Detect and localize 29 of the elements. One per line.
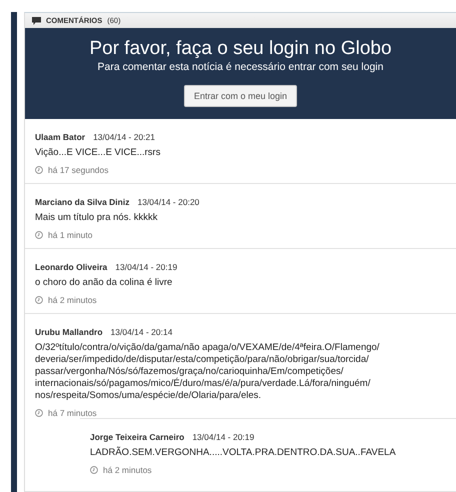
login-button[interactable]: Entrar com o meu login bbox=[184, 85, 298, 107]
comment-author[interactable]: Leonardo Oliveira bbox=[35, 262, 108, 272]
clock-icon bbox=[35, 296, 43, 304]
speech-bubble-icon bbox=[32, 16, 41, 24]
comment-time: há 7 minutos bbox=[48, 408, 97, 418]
clock-icon bbox=[35, 409, 43, 417]
comment-text: LADRÃO.SEM.VERGONHA.....VOLTA.PRA.DENTRO.DA.SUA..FAVELA bbox=[90, 447, 397, 459]
comment-time: há 2 minutos bbox=[48, 295, 97, 305]
comment-author[interactable]: Urubu Mallandro bbox=[35, 327, 103, 337]
comment-date: 13/04/14 - 20:19 bbox=[192, 432, 254, 442]
comment-date: 13/04/14 - 20:20 bbox=[137, 197, 200, 207]
login-subtitle: Para comentar esta notícia é necessário entrar com seu login bbox=[98, 61, 384, 73]
comment-author[interactable]: Marciano da Silva Diniz bbox=[35, 197, 130, 207]
comment-text: o choro do anão da colina é livre bbox=[35, 277, 174, 289]
comment-text: Mais um título pra nós. kkkkk bbox=[35, 212, 158, 224]
clock-icon bbox=[35, 166, 43, 174]
comment-time: há 17 segundos bbox=[48, 165, 108, 175]
comment-time: há 2 minutos bbox=[103, 465, 152, 475]
comment-date: 13/04/14 - 20:21 bbox=[93, 132, 155, 142]
comment-author[interactable]: Ulaam Bator bbox=[35, 132, 86, 142]
comment-author[interactable]: Jorge Teixeira Carneiro bbox=[90, 432, 184, 442]
clock-icon bbox=[35, 231, 43, 239]
comment-text: O/32ºtítulo/contra/o/vição/da/gama/não apaga/o/VEXAME/de/4ªfeira.O/Flamengo/ deveria/ser/impedido/de/disputar/esta/competição/para/não/obrigar/sua/torcida/ passar/vergonha/Nós/só/fazemos/graça/no/carioquinha/Em/competições/ internacionais/só/pagamos/mico/É/duro/mas/é/a/pura/verdade.Lá/fora/ninguém/ nos/respeita/Somos/uma/espécie/de/Olaria/para/eles. bbox=[35, 342, 380, 402]
comment-time: há 1 minuto bbox=[48, 230, 92, 240]
login-title: Por favor, faça o seu login no Globo bbox=[89, 38, 392, 60]
clock-icon bbox=[90, 466, 98, 474]
comment-date: 13/04/14 - 20:19 bbox=[115, 262, 178, 272]
comment-text: Vição...E VICE...E VICE...rsrs bbox=[35, 147, 162, 159]
comment-date: 13/04/14 - 20:14 bbox=[110, 327, 172, 337]
